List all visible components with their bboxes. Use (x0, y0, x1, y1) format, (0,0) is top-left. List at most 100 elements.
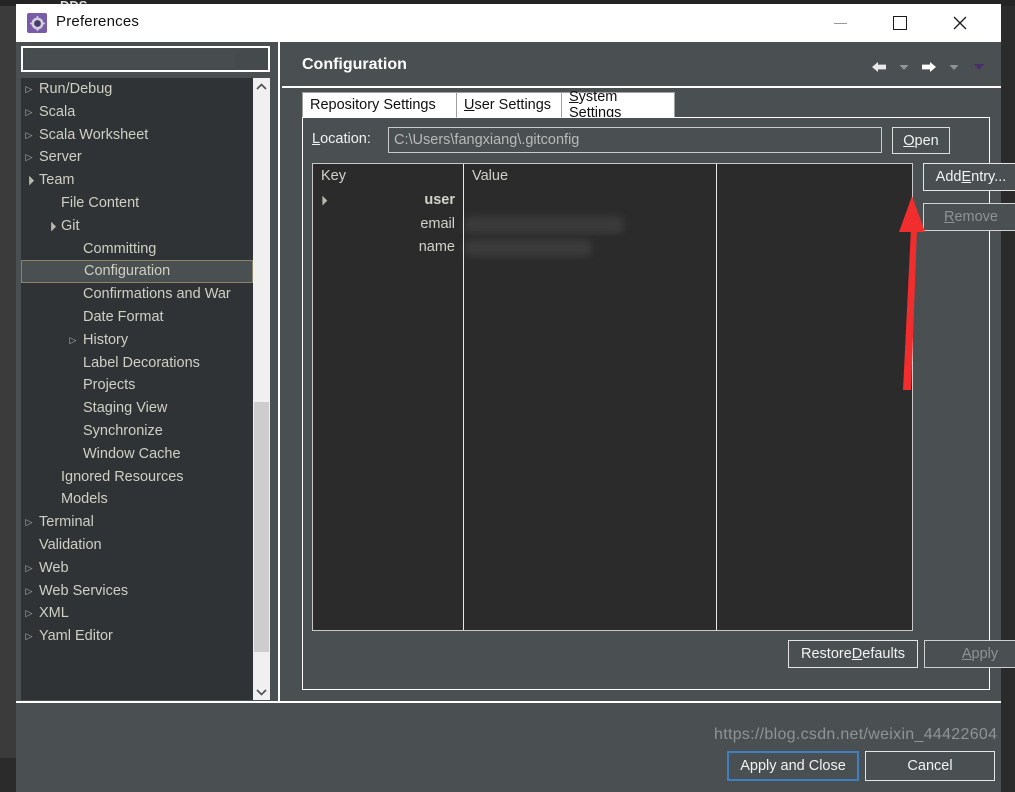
table-cell-extra[interactable] (717, 331, 912, 355)
table-row[interactable] (313, 307, 912, 331)
table-cell-key[interactable] (313, 590, 463, 614)
table-cell-extra[interactable] (717, 213, 912, 237)
location-input[interactable]: C:\Users\fangxiang\.gitconfig (388, 127, 882, 153)
table-cell-key[interactable] (313, 567, 463, 591)
chevron-collapsed-icon[interactable]: ▷ (23, 101, 35, 124)
back-arrow-icon[interactable] (869, 58, 889, 76)
table-cell-value[interactable] (464, 472, 716, 496)
sidebar-item-web-services[interactable]: ▷ Web Services (21, 580, 253, 603)
sidebar-item-git[interactable]: ◢ Git (21, 215, 253, 238)
sidebar-item-web[interactable]: ▷ Web (21, 557, 253, 580)
table-cell-key[interactable] (313, 331, 463, 355)
table-row[interactable] (313, 401, 912, 425)
table-row[interactable]: email (313, 212, 912, 237)
table-cell-extra[interactable] (717, 590, 912, 614)
chevron-expanded-icon[interactable]: ◢ (313, 190, 333, 212)
forward-menu-chevron-down-icon[interactable] (944, 58, 964, 76)
table-row[interactable] (313, 283, 912, 307)
column-header-extra[interactable] (717, 164, 912, 189)
table-cell-value[interactable] (464, 378, 716, 402)
table-cell-key[interactable] (313, 614, 463, 630)
sidebar-item-scala[interactable]: ▷ Scala (21, 101, 253, 124)
minimize-icon[interactable] (817, 4, 863, 42)
table-cell-value[interactable] (464, 189, 716, 213)
sidebar-item-ignored-resources[interactable]: Ignored Resources (21, 466, 253, 489)
sidebar-item-terminal[interactable]: ▷ Terminal (21, 511, 253, 534)
table-cell-key[interactable] (313, 283, 463, 307)
sidebar-item-yaml-editor[interactable]: ▷ Yaml Editor (21, 625, 253, 648)
view-menu-icon[interactable] (969, 58, 989, 76)
forward-arrow-icon[interactable] (919, 58, 939, 76)
table-cell-value[interactable] (464, 590, 716, 614)
sidebar-item-team[interactable]: ◢ Team (21, 169, 253, 192)
table-cell-key[interactable] (313, 354, 463, 378)
sidebar-item-confirmations-and-war[interactable]: Confirmations and War (21, 283, 253, 306)
table-cell-value[interactable] (464, 354, 716, 378)
config-table[interactable]: Key Value ◢ user email name (312, 163, 913, 631)
apply-and-close-button[interactable]: Apply and Close (727, 751, 859, 781)
table-cell-extra[interactable] (717, 614, 912, 630)
table-cell-key[interactable] (313, 519, 463, 543)
table-cell-extra[interactable] (717, 425, 912, 449)
table-cell-extra[interactable] (717, 543, 912, 567)
chevron-down-icon[interactable] (253, 683, 270, 700)
table-cell-value[interactable] (464, 425, 716, 449)
chevron-expanded-icon[interactable]: ◢ (39, 214, 64, 239)
chevron-collapsed-icon[interactable]: ▷ (23, 511, 35, 534)
remove-button[interactable]: Remove (923, 203, 1015, 231)
table-cell-value[interactable] (464, 567, 716, 591)
table-cell-value[interactable] (464, 543, 716, 567)
table-row[interactable] (313, 425, 912, 449)
table-cell-extra[interactable] (717, 260, 912, 284)
sidebar-item-label-decorations[interactable]: Label Decorations (21, 352, 253, 375)
table-cell-key[interactable] (313, 496, 463, 520)
table-cell-value[interactable] (464, 401, 716, 425)
table-row[interactable] (313, 613, 912, 630)
chevron-collapsed-icon[interactable]: ▷ (67, 329, 79, 352)
table-cell-extra[interactable] (717, 449, 912, 473)
table-row[interactable] (313, 590, 912, 614)
sidebar-item-history[interactable]: ▷ History (21, 329, 253, 352)
chevron-collapsed-icon[interactable]: ▷ (23, 146, 35, 169)
column-header-key[interactable]: Key (313, 164, 463, 189)
sidebar-item-projects[interactable]: Projects (21, 374, 253, 397)
table-cell-value[interactable] (464, 496, 716, 520)
open-button[interactable]: Open (892, 127, 950, 154)
chevron-collapsed-icon[interactable]: ▷ (23, 625, 35, 648)
table-row[interactable] (313, 330, 912, 355)
chevron-up-icon[interactable] (253, 78, 270, 95)
table-cell-extra[interactable] (717, 401, 912, 425)
table-cell-value[interactable] (464, 283, 716, 307)
sidebar-item-xml[interactable]: ▷ XML (21, 602, 253, 625)
table-row[interactable] (313, 354, 912, 378)
table-cell-value[interactable] (464, 236, 716, 260)
chevron-collapsed-icon[interactable]: ▷ (23, 78, 35, 101)
table-row[interactable] (313, 472, 912, 496)
table-cell-extra[interactable] (717, 354, 912, 378)
sidebar-item-date-format[interactable]: Date Format (21, 306, 253, 329)
table-cell-key[interactable] (313, 543, 463, 567)
table-row[interactable] (313, 566, 912, 591)
restore-defaults-button[interactable]: Restore Defaults (788, 640, 918, 668)
table-row[interactable]: name (313, 236, 912, 260)
cancel-button[interactable]: Cancel (865, 751, 995, 781)
table-cell-extra[interactable] (717, 236, 912, 260)
table-row[interactable] (313, 259, 912, 284)
table-cell-key[interactable] (313, 401, 463, 425)
table-cell-extra[interactable] (717, 307, 912, 331)
table-cell-value[interactable] (464, 260, 716, 284)
sidebar-item-configuration[interactable]: Configuration (21, 260, 253, 284)
table-row[interactable] (313, 377, 912, 402)
table-cell-extra[interactable] (717, 472, 912, 496)
table-cell-extra[interactable] (717, 378, 912, 402)
chevron-collapsed-icon[interactable]: ▷ (23, 580, 35, 603)
table-row[interactable] (313, 448, 912, 473)
sidebar-item-server[interactable]: ▷ Server (21, 146, 253, 169)
table-row[interactable] (313, 543, 912, 567)
table-cell-key[interactable]: ◢ user (313, 189, 463, 213)
tab-system-settings[interactable]: System Settings (561, 89, 675, 121)
table-cell-key[interactable] (313, 449, 463, 473)
table-cell-key[interactable]: email (313, 213, 463, 237)
tab-user-settings[interactable]: User Settings (456, 92, 562, 118)
sidebar-item-window-cache[interactable]: Window Cache (21, 443, 253, 466)
